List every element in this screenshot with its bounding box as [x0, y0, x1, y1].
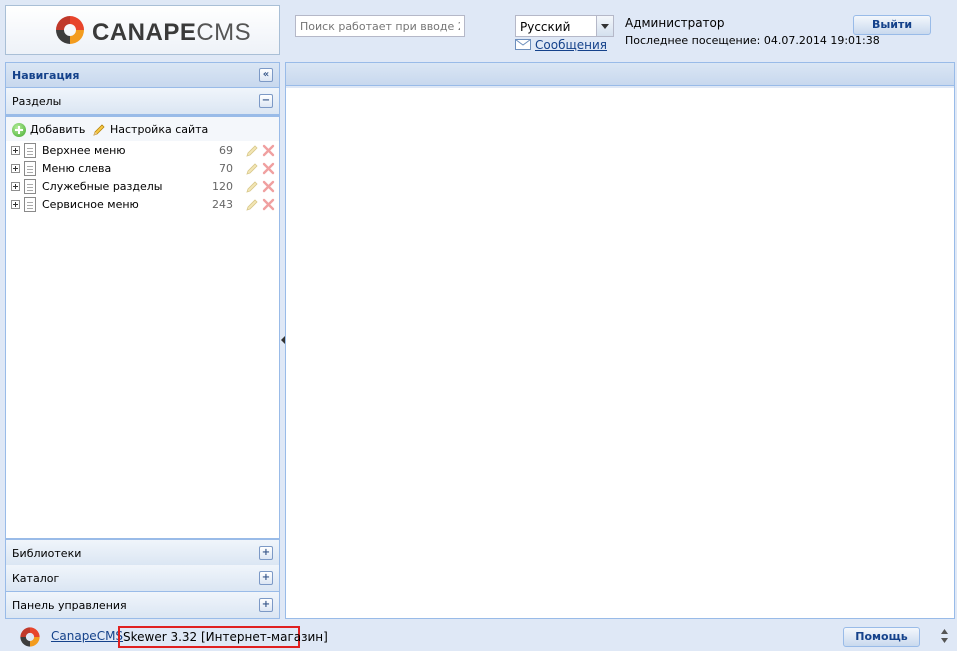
libraries-header[interactable]: Библиотеки +: [5, 539, 280, 566]
delete-icon[interactable]: [262, 144, 275, 157]
sections-header[interactable]: Разделы −: [5, 88, 280, 115]
edit-icon[interactable]: [246, 144, 259, 157]
navigation-panel: Навигация « Разделы − Добавить Настройка…: [5, 62, 280, 619]
navigation-title: Навигация: [12, 69, 80, 82]
logo-text: CANAPECMS: [92, 19, 252, 46]
envelope-icon[interactable]: [515, 39, 531, 50]
edit-icon[interactable]: [246, 198, 259, 211]
expand-icon[interactable]: [11, 182, 20, 191]
delete-icon[interactable]: [262, 180, 275, 193]
canape-logo-icon: [56, 16, 84, 44]
tree-item-count: 70: [219, 162, 233, 175]
catalog-header[interactable]: Каталог +: [5, 565, 280, 592]
main-content-panel: [285, 62, 955, 619]
navigation-header: Навигация «: [5, 62, 280, 88]
tree-item-count: 243: [212, 198, 233, 211]
tree-item-label[interactable]: Сервисное меню: [42, 198, 139, 211]
plus-icon[interactable]: +: [259, 546, 273, 560]
pencil-icon: [93, 124, 105, 136]
sections-body: Добавить Настройка сайта Верхнее меню 69…: [5, 115, 280, 539]
expand-icon[interactable]: [11, 200, 20, 209]
delete-icon[interactable]: [262, 198, 275, 211]
add-icon: [12, 123, 26, 137]
user-name: Администратор: [625, 16, 725, 30]
help-button[interactable]: Помощь: [843, 627, 920, 647]
control-panel-title: Панель управления: [12, 599, 127, 612]
logout-button[interactable]: Выйти: [853, 15, 931, 35]
language-select[interactable]: Русский: [515, 15, 614, 37]
document-icon: [24, 179, 36, 194]
tree-item[interactable]: Служебные разделы 120: [6, 178, 279, 196]
control-panel-header[interactable]: Панель управления +: [5, 592, 280, 619]
logo: CANAPECMS: [5, 5, 280, 55]
header: CANAPECMS Русский Сообщения Администрато…: [0, 0, 957, 61]
sections-toolbar: Добавить Настройка сайта: [6, 115, 279, 141]
tree-item[interactable]: Меню слева 70: [6, 160, 279, 178]
plus-icon[interactable]: +: [259, 571, 273, 585]
search-input[interactable]: [295, 15, 465, 37]
scroll-arrows-icon[interactable]: [940, 628, 949, 644]
add-section-button[interactable]: Добавить: [12, 123, 85, 137]
tree-item-count: 120: [212, 180, 233, 193]
canape-logo-icon: [20, 627, 40, 647]
last-visit-text: Последнее посещение: 04.07.2014 19:01:38: [625, 34, 880, 47]
site-settings-button[interactable]: Настройка сайта: [92, 123, 208, 137]
libraries-title: Библиотеки: [12, 547, 82, 560]
delete-icon[interactable]: [262, 162, 275, 175]
tree-item[interactable]: Верхнее меню 69: [6, 142, 279, 160]
sections-title: Разделы: [12, 95, 62, 108]
messages-link[interactable]: Сообщения: [535, 38, 607, 52]
document-icon: [24, 197, 36, 212]
tree-item[interactable]: Сервисное меню 243: [6, 196, 279, 214]
main-panel-header: [286, 63, 954, 88]
tree-item-label[interactable]: Верхнее меню: [42, 144, 126, 157]
edit-icon[interactable]: [246, 180, 259, 193]
expand-icon[interactable]: [11, 146, 20, 155]
document-icon: [24, 161, 36, 176]
plus-icon[interactable]: +: [259, 598, 273, 612]
tree-item-label[interactable]: Служебные разделы: [42, 180, 162, 193]
tree-item-label[interactable]: Меню слева: [42, 162, 111, 175]
canapecms-link[interactable]: CanapeCMS: [51, 629, 123, 643]
language-selected: Русский: [520, 20, 571, 34]
chevron-down-icon[interactable]: [596, 16, 613, 36]
collapse-panel-icon[interactable]: «: [259, 68, 273, 82]
expand-icon[interactable]: [11, 164, 20, 173]
version-text: Skewer 3.32 [Интернет-магазин]: [118, 626, 328, 648]
catalog-title: Каталог: [12, 572, 60, 585]
minus-icon[interactable]: −: [259, 94, 273, 108]
footer: CanapeCMS Skewer 3.32 [Интернет-магазин]…: [0, 620, 957, 651]
document-icon: [24, 143, 36, 158]
edit-icon[interactable]: [246, 162, 259, 175]
tree-item-count: 69: [219, 144, 233, 157]
